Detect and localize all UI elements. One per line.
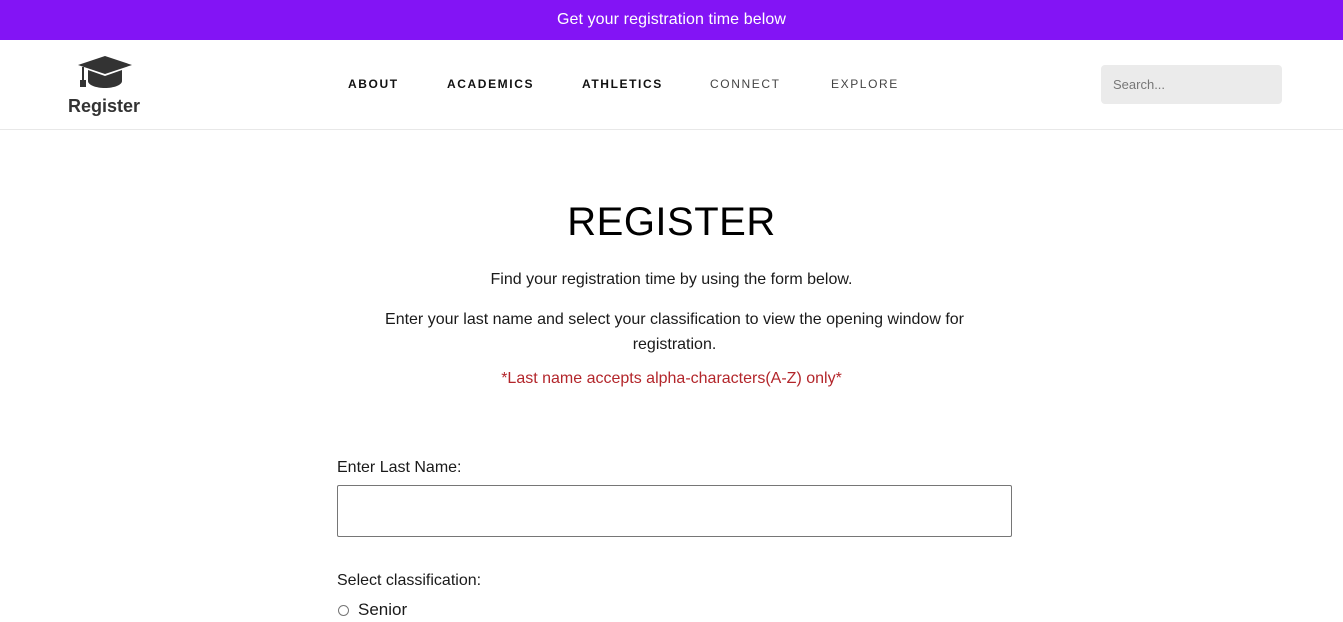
nav-academics[interactable]: ACADEMICS bbox=[447, 77, 534, 91]
senior-radio[interactable] bbox=[338, 604, 349, 616]
banner-text: Get your registration time below bbox=[556, 11, 787, 28]
intro-text: Find your registration time by using the… bbox=[490, 271, 853, 288]
page-title: REGISTER bbox=[567, 200, 776, 244]
senior-radio-label[interactable]: Senior bbox=[358, 600, 407, 620]
classification-label: Select classification: bbox=[337, 572, 482, 589]
top-banner: Get your registration time below bbox=[0, 0, 1343, 40]
nav-about[interactable]: ABOUT bbox=[348, 77, 399, 91]
classification-option-senior[interactable]: Senior bbox=[337, 600, 407, 620]
search-input[interactable] bbox=[1101, 65, 1282, 104]
instructions-text: Enter your last name and select your cla… bbox=[385, 311, 964, 353]
last-name-label: Enter Last Name: bbox=[337, 459, 462, 476]
site-header: Register ABOUT ACADEMICS ATHLETICS CONNE… bbox=[0, 40, 1343, 130]
validation-note: *Last name accepts alpha-characters(A-Z)… bbox=[501, 370, 842, 387]
nav-explore[interactable]: EXPLORE bbox=[831, 77, 899, 91]
nav-athletics[interactable]: ATHLETICS bbox=[582, 77, 663, 91]
nav-connect[interactable]: CONNECT bbox=[710, 77, 781, 91]
last-name-input[interactable] bbox=[337, 485, 1012, 537]
